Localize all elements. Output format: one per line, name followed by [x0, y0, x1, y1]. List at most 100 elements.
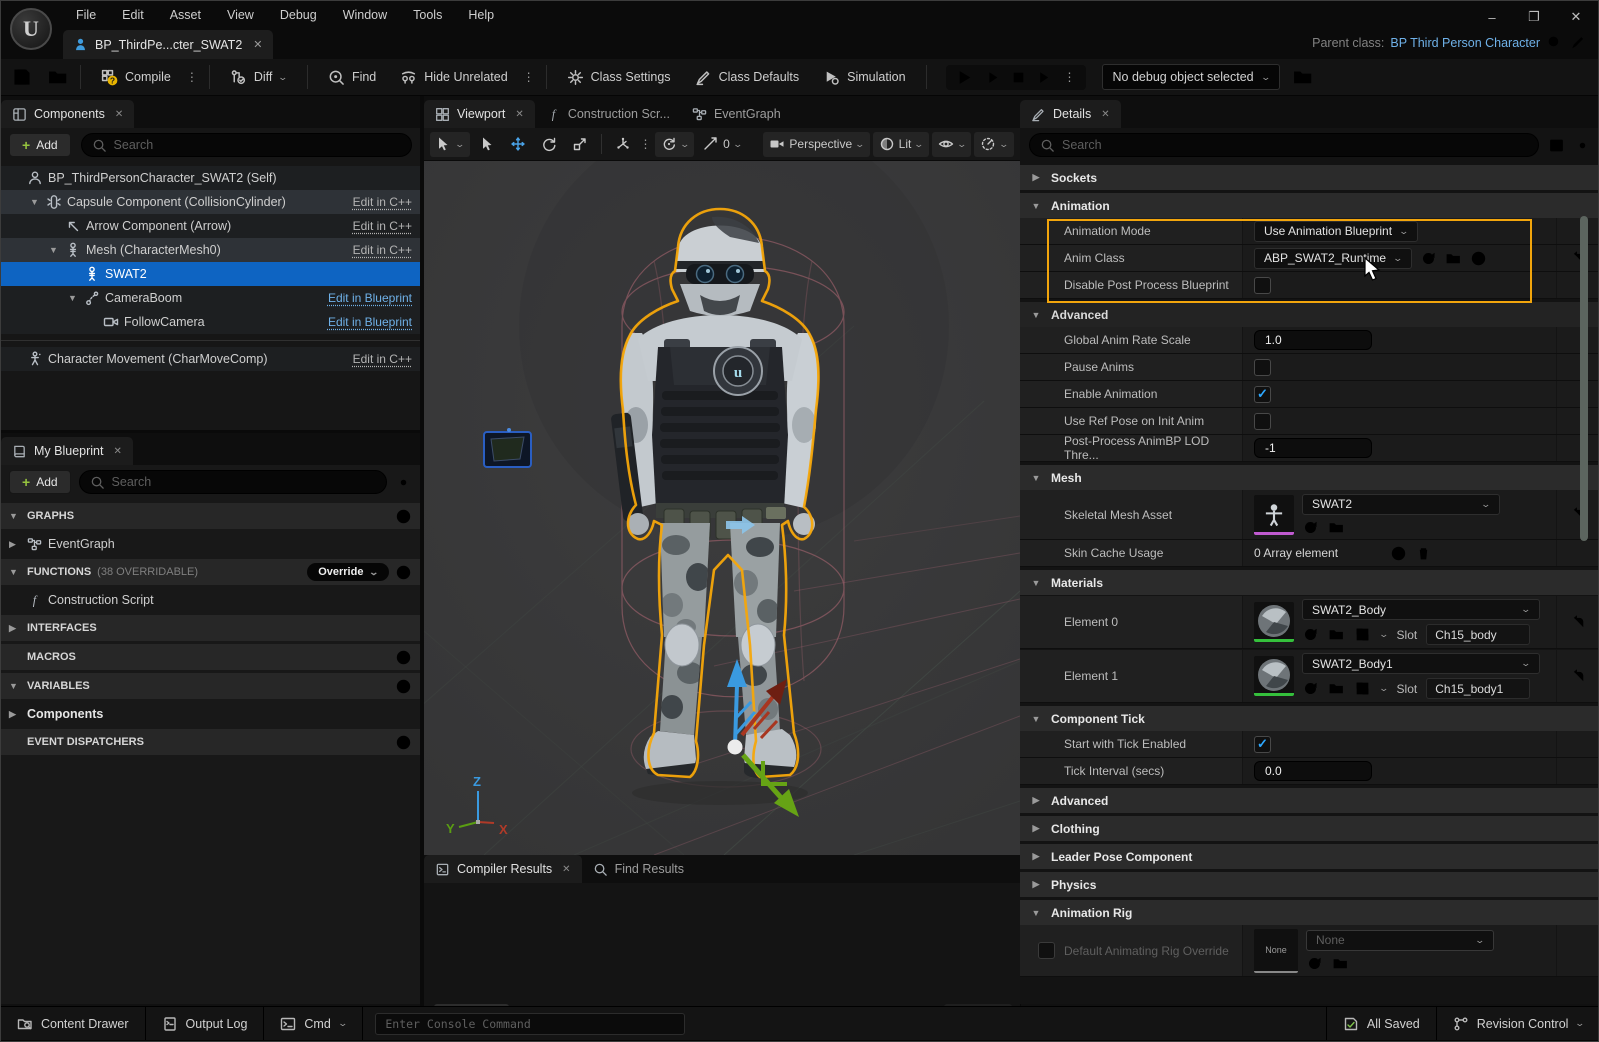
- use-selected-icon[interactable]: [1420, 250, 1437, 267]
- blueprint-item[interactable]: ▶Components: [1, 702, 420, 726]
- rotation-snap-dropdown[interactable]: ⌄: [655, 132, 695, 157]
- component-row[interactable]: Arrow Component (Arrow)Edit in C++: [1, 214, 420, 238]
- component-row[interactable]: Character Movement (CharMoveComp)Edit in…: [1, 347, 420, 371]
- frame-skip-icon[interactable]: [983, 69, 1000, 86]
- tab-construction-scr-[interactable]: fConstruction Scr...: [535, 100, 681, 128]
- scale-snap-dropdown[interactable]: 0⌄: [697, 132, 747, 157]
- expander-icon[interactable]: ▶: [9, 623, 21, 634]
- material-thumbnail[interactable]: [1254, 602, 1294, 642]
- category-physics[interactable]: ▶Physics: [1020, 872, 1599, 897]
- asset-tab-close-icon[interactable]: ✕: [253, 38, 262, 51]
- save-icon[interactable]: [11, 69, 33, 86]
- class-settings-button[interactable]: Class Settings: [558, 63, 680, 92]
- delete-elements-icon[interactable]: [1415, 545, 1432, 562]
- add-element-icon[interactable]: [1390, 545, 1407, 562]
- simulation-button[interactable]: Simulation: [814, 63, 914, 92]
- edit-link[interactable]: Edit in Blueprint: [328, 315, 412, 329]
- category-clothing[interactable]: ▶Clothing: [1020, 816, 1599, 841]
- compiler-results-close-icon[interactable]: ✕: [562, 864, 570, 875]
- expander-icon[interactable]: ▼: [9, 681, 21, 691]
- add-section-item-button[interactable]: [395, 508, 412, 525]
- compile-options-icon[interactable]: ⋮: [186, 70, 198, 84]
- stop-icon[interactable]: [1010, 69, 1027, 86]
- checkbox[interactable]: [1254, 277, 1271, 294]
- details-search-input[interactable]: [1062, 138, 1528, 152]
- menu-tools[interactable]: Tools: [402, 5, 453, 25]
- category-animation-rig[interactable]: ▼Animation Rig: [1020, 900, 1599, 925]
- viewport-3d[interactable]: u: [424, 161, 1020, 855]
- browse-icon[interactable]: [1328, 680, 1345, 697]
- use-selected-icon[interactable]: [1302, 626, 1319, 643]
- tab-eventgraph[interactable]: EventGraph: [681, 100, 792, 128]
- edit-link[interactable]: Edit in C++: [353, 352, 412, 366]
- hide-unrelated-button[interactable]: Hide Unrelated: [391, 63, 516, 92]
- expander-icon[interactable]: ▼: [9, 567, 21, 577]
- compiler-results-tab[interactable]: Compiler Results ✕: [424, 855, 582, 883]
- material-dropdown[interactable]: SWAT2_Body⌄: [1302, 599, 1540, 620]
- expander-icon[interactable]: ▶: [9, 709, 21, 720]
- checkbox[interactable]: ✓: [1254, 736, 1271, 753]
- maximize-button[interactable]: ❐: [1520, 6, 1548, 28]
- transform-mode-dropdown[interactable]: ⌄: [430, 132, 470, 157]
- parent-class-link[interactable]: BP Third Person Character: [1390, 36, 1540, 50]
- asset-thumbnail[interactable]: [1254, 495, 1294, 535]
- use-selected-icon[interactable]: [1302, 680, 1319, 697]
- value-dropdown[interactable]: Use Animation Blueprint⌄: [1254, 221, 1418, 242]
- components-tab-close-icon[interactable]: ✕: [115, 109, 123, 120]
- scale-tool[interactable]: [566, 132, 594, 157]
- clear-icon[interactable]: [1495, 250, 1512, 267]
- value-dropdown[interactable]: ABP_SWAT2_Runtime⌄: [1254, 248, 1412, 269]
- edit-link[interactable]: Edit in Blueprint: [328, 291, 412, 305]
- my-blueprint-tab-close-icon[interactable]: ✕: [113, 446, 121, 457]
- hide-unrelated-options-icon[interactable]: ⋮: [523, 70, 535, 84]
- rig-thumbnail[interactable]: None: [1254, 929, 1298, 973]
- checkbox[interactable]: [1254, 359, 1271, 376]
- menu-debug[interactable]: Debug: [269, 5, 328, 25]
- category-advanced[interactable]: ▼Advanced: [1020, 302, 1599, 327]
- blueprint-section-header[interactable]: ▼VARIABLES: [1, 673, 420, 699]
- console-command-input[interactable]: [375, 1013, 685, 1035]
- slot-name-input[interactable]: [1426, 624, 1530, 645]
- edit-link[interactable]: Edit in C++: [353, 219, 412, 233]
- browse-icon[interactable]: [1328, 519, 1345, 536]
- expander-icon[interactable]: ▼: [47, 245, 60, 255]
- tab-close-icon[interactable]: ✕: [515, 109, 523, 120]
- number-input[interactable]: [1254, 330, 1372, 350]
- menu-view[interactable]: View: [216, 5, 265, 25]
- search-parent-icon[interactable]: [1546, 34, 1563, 51]
- play-icon[interactable]: [956, 69, 973, 86]
- components-search-input[interactable]: [114, 138, 401, 152]
- output-log-button[interactable]: Output Log: [146, 1007, 265, 1040]
- menu-edit[interactable]: Edit: [111, 5, 155, 25]
- override-checkbox[interactable]: [1038, 942, 1055, 959]
- blueprint-section-header[interactable]: ▼GRAPHS: [1, 503, 420, 529]
- revert-icon[interactable]: [1570, 668, 1587, 685]
- expander-icon[interactable]: ▼: [28, 197, 41, 207]
- details-scrollbar[interactable]: [1580, 216, 1588, 541]
- blueprint-section-header[interactable]: ▼FUNCTIONS (38 OVERRIDABLE)Override⌄: [1, 559, 420, 585]
- component-row[interactable]: BP_ThirdPersonCharacter_SWAT2 (Self): [1, 166, 420, 190]
- content-drawer-button[interactable]: Content Drawer: [1, 1007, 146, 1040]
- category-sockets[interactable]: ▶Sockets: [1020, 165, 1599, 190]
- add-section-item-button[interactable]: [395, 678, 412, 695]
- blueprint-section-header[interactable]: ▶INTERFACES: [1, 615, 420, 641]
- component-row[interactable]: ▼CameraBoomEdit in Blueprint: [1, 286, 420, 310]
- expander-icon[interactable]: ▼: [66, 293, 79, 303]
- tab-viewport[interactable]: Viewport✕: [424, 100, 535, 128]
- edit-link[interactable]: Edit in C++: [353, 195, 412, 209]
- surface-snap-button[interactable]: [609, 132, 637, 157]
- checkbox[interactable]: [1254, 413, 1271, 430]
- display-filter-icon[interactable]: [1548, 137, 1565, 154]
- details-tab-close-icon[interactable]: ✕: [1101, 109, 1109, 120]
- components-tab[interactable]: Components ✕: [1, 100, 134, 128]
- edit-parent-icon[interactable]: [1569, 34, 1586, 51]
- edit-link[interactable]: Edit in C++: [353, 243, 412, 257]
- add-section-item-button[interactable]: [395, 734, 412, 751]
- revert-icon[interactable]: [1570, 614, 1587, 631]
- browse-icon[interactable]: [1328, 626, 1345, 643]
- asset-dropdown[interactable]: SWAT2⌄: [1302, 494, 1500, 515]
- component-row[interactable]: SWAT2: [1, 262, 420, 286]
- rotate-tool[interactable]: [535, 132, 563, 157]
- details-tab[interactable]: Details ✕: [1020, 100, 1121, 128]
- slot-name-input[interactable]: [1426, 678, 1530, 699]
